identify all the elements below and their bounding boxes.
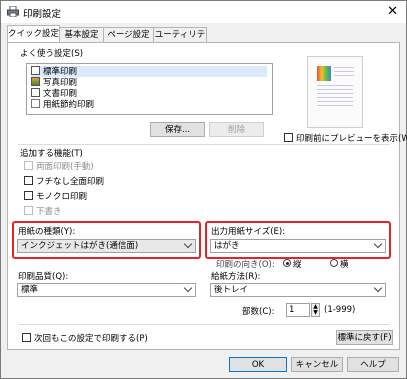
title-bar: 印刷設定 ✕ bbox=[1, 1, 406, 23]
always-print-label: 次回もこの設定で印刷する(P) bbox=[34, 334, 148, 344]
save-button[interactable]: 保存... bbox=[150, 122, 205, 137]
cancel-button[interactable]: キャンセル bbox=[291, 357, 343, 372]
window-title: 印刷設定 bbox=[23, 9, 62, 20]
media-type-select[interactable]: インクジェットはがき(通信面) bbox=[17, 239, 196, 253]
paper-source-value: 後トレイ bbox=[214, 285, 249, 295]
list-item-label: 用紙節約印刷 bbox=[43, 100, 95, 110]
list-item-label: 標準印刷 bbox=[43, 67, 78, 77]
copies-label: 部数(C): bbox=[242, 307, 275, 317]
print-settings-window: 印刷設定 ✕ クイック設定 基本設定 ページ設定 ユーティリティ よく使う設定(… bbox=[0, 0, 407, 379]
chevron-down-icon bbox=[373, 239, 383, 249]
list-item-label: 写真印刷 bbox=[43, 78, 78, 88]
document-icon bbox=[31, 88, 40, 97]
grayscale-label: モノクロ印刷 bbox=[36, 192, 88, 202]
document-icon bbox=[31, 66, 40, 75]
print-preview-image bbox=[307, 56, 363, 128]
borderless-checkbox[interactable] bbox=[24, 176, 33, 185]
copies-input[interactable]: 1 bbox=[286, 303, 310, 317]
borderless-label: フチなし全面印刷 bbox=[36, 177, 105, 187]
ok-button[interactable]: OK bbox=[229, 357, 287, 372]
draft-checkbox[interactable] bbox=[24, 206, 33, 215]
paper-source-label: 給紙方法(R): bbox=[211, 272, 261, 282]
preview-before-print-checkbox[interactable] bbox=[284, 133, 293, 142]
paper-saving-icon bbox=[31, 99, 40, 108]
reset-defaults-button[interactable]: 標準に戻す(F) bbox=[336, 330, 393, 345]
draft-label: 下書き bbox=[36, 207, 62, 217]
print-quality-value: 標準 bbox=[21, 285, 39, 295]
grayscale-checkbox[interactable] bbox=[24, 191, 33, 200]
always-print-checkbox[interactable] bbox=[22, 333, 31, 342]
output-size-select[interactable]: はがき bbox=[210, 239, 386, 253]
list-item[interactable]: 標準印刷 bbox=[31, 66, 267, 77]
list-item-label: 文書印刷 bbox=[43, 89, 78, 99]
quick-setup-panel: よく使う設定(S) 標準印刷 写真印刷 文書印刷 用紙節約印刷 保存... 削除… bbox=[7, 42, 407, 350]
duplex-manual-checkbox[interactable] bbox=[24, 161, 33, 170]
tab-page-setup[interactable]: ページ設定 bbox=[103, 27, 154, 42]
divider bbox=[18, 144, 390, 145]
duplex-manual-label: 両面印刷(手動) bbox=[36, 162, 94, 172]
paper-source-select[interactable]: 後トレイ bbox=[210, 283, 386, 297]
orientation-portrait-radio[interactable] bbox=[283, 259, 291, 267]
close-icon[interactable]: ✕ bbox=[387, 4, 398, 19]
list-item[interactable]: 文書印刷 bbox=[31, 88, 77, 99]
help-button[interactable]: ヘルプ bbox=[347, 357, 399, 372]
chevron-down-icon bbox=[373, 283, 383, 293]
media-type-label: 用紙の種類(Y): bbox=[18, 227, 76, 237]
spin-down-icon[interactable]: ▼ bbox=[313, 309, 318, 316]
favorites-label: よく使う設定(S) bbox=[20, 49, 84, 59]
favorites-listbox[interactable]: 標準印刷 写真印刷 文書印刷 用紙節約印刷 bbox=[26, 63, 273, 115]
print-quality-label: 印刷品質(Q): bbox=[18, 272, 69, 282]
divider bbox=[18, 324, 390, 325]
output-size-label: 出力用紙サイズ(E): bbox=[211, 227, 286, 237]
list-item[interactable]: 用紙節約印刷 bbox=[31, 99, 94, 110]
chevron-down-icon bbox=[183, 239, 193, 249]
tab-main[interactable]: 基本設定 bbox=[59, 27, 104, 42]
tab-maintenance[interactable]: ユーティリティ bbox=[153, 27, 207, 54]
output-size-value: はがき bbox=[214, 241, 240, 251]
orientation-landscape-label: 横 bbox=[340, 260, 349, 270]
preview-before-print-label: 印刷前にプレビューを表示(W) bbox=[296, 134, 407, 144]
additional-features-label: 追加する機能(T) bbox=[20, 149, 83, 159]
preview-photo bbox=[317, 66, 331, 81]
orientation-portrait-label: 縦 bbox=[293, 260, 302, 270]
copies-range: (1-999) bbox=[324, 305, 356, 315]
photo-icon bbox=[31, 77, 40, 86]
tab-quick-setup[interactable]: クイック設定 bbox=[7, 25, 60, 42]
orientation-landscape-radio[interactable] bbox=[330, 259, 338, 267]
printer-icon bbox=[7, 6, 19, 17]
delete-button[interactable]: 削除 bbox=[209, 122, 264, 137]
list-item[interactable]: 写真印刷 bbox=[31, 77, 77, 88]
media-type-value: インクジェットはがき(通信面) bbox=[21, 241, 139, 251]
print-quality-select[interactable]: 標準 bbox=[17, 283, 196, 297]
orientation-label: 印刷の向き(O): bbox=[216, 260, 275, 270]
copies-spinner[interactable]: ▲ ▼ bbox=[311, 303, 320, 317]
chevron-down-icon bbox=[183, 283, 193, 293]
